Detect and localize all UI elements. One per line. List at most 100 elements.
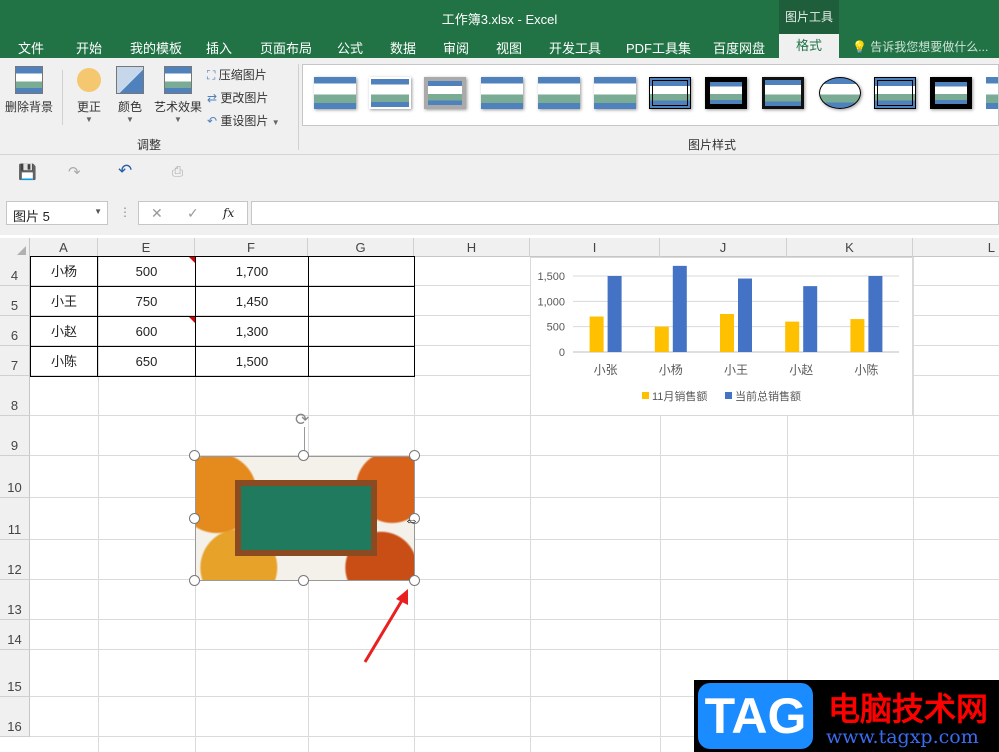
cell-f5[interactable]: 1,450 [195,286,309,317]
column-header-e[interactable]: E [98,238,195,257]
chart[interactable]: 0 500 1,000 1,500 小张 小杨 小王 小赵 小陈 11月销售额 … [530,257,913,416]
row-header-8[interactable]: 8 [0,376,30,416]
remove-background-button[interactable]: 删除背景 [5,66,53,115]
style-thumbnail[interactable] [762,77,804,109]
column-header-l[interactable]: L [913,238,999,257]
compress-pictures-button[interactable]: ⛶ 压缩图片 [207,66,267,83]
cell-e6[interactable]: 600 [97,316,196,347]
formula-input[interactable] [251,201,999,225]
redo-icon[interactable]: ↷ [68,163,81,181]
tab-baidu-netdisk[interactable]: 百度网盘 [713,38,765,57]
style-thumbnail[interactable] [369,77,411,109]
bar-november-2[interactable] [720,314,734,352]
column-header-j[interactable]: J [660,238,787,257]
column-header-f[interactable]: F [195,238,308,257]
row-header-4[interactable]: 4 [0,257,30,286]
resize-handle[interactable] [298,575,309,586]
row-header-12[interactable]: 12 [0,540,30,580]
row-header-16[interactable]: 16 [0,697,30,737]
corrections-button[interactable]: 更正 ▼ [74,66,104,124]
cell-a6[interactable]: 小赵 [30,316,98,347]
cell-e4[interactable]: 500 [97,256,196,287]
style-thumbnail[interactable] [481,77,523,109]
style-thumbnail[interactable] [986,77,998,109]
column-header-k[interactable]: K [787,238,913,257]
tab-review[interactable]: 审阅 [443,38,469,57]
column-header-g[interactable]: G [308,238,414,257]
tab-page-layout[interactable]: 页面布局 [260,38,312,57]
tab-home[interactable]: 开始 [76,38,102,57]
cell-a4[interactable]: 小杨 [30,256,98,287]
cell-e5[interactable]: 750 [97,286,196,317]
style-thumbnail[interactable] [538,77,580,109]
bar-november-3[interactable] [785,321,800,352]
resize-handle[interactable] [189,450,200,461]
style-thumbnail[interactable] [424,77,466,109]
style-thumbnail[interactable] [819,77,861,109]
cell-f6[interactable]: 1,300 [195,316,309,347]
column-header-h[interactable]: H [414,238,530,257]
row-header-5[interactable]: 5 [0,286,30,316]
style-thumbnail[interactable] [874,77,916,109]
tab-file[interactable]: 文件 [18,38,44,57]
row-header-13[interactable]: 13 [0,580,30,620]
resize-handle[interactable] [189,575,200,586]
bar-total-0[interactable] [607,276,622,352]
row-header-14[interactable]: 14 [0,620,30,650]
style-thumbnail[interactable] [594,77,636,109]
tab-formulas[interactable]: 公式 [337,38,363,57]
bar-november-1[interactable] [654,326,669,352]
bar-total-4[interactable] [868,276,883,352]
tab-pdf-tools[interactable]: PDF工具集 [626,38,691,57]
row-header-9[interactable]: 9 [0,416,30,456]
cell-g7[interactable] [308,346,415,377]
style-thumbnail[interactable] [705,77,747,109]
artistic-effects-button[interactable]: 艺术效果 ▼ [153,66,203,124]
resize-handle[interactable] [298,450,309,461]
save-icon[interactable]: 💾 [18,163,37,181]
row-header-15[interactable]: 15 [0,650,30,697]
tab-my-templates[interactable]: 我的模板 [130,38,182,57]
print-preview-icon[interactable]: ⎙ [172,163,183,180]
row-header-7[interactable]: 7 [0,346,30,376]
reset-picture-button[interactable]: ↶ 重设图片 ▼ [207,112,280,129]
cell-a5[interactable]: 小王 [30,286,98,317]
tab-view[interactable]: 视图 [496,38,522,57]
row-header-11[interactable]: 11 [0,498,30,540]
bar-november-4[interactable] [850,319,865,352]
cell-a7[interactable]: 小陈 [30,346,98,377]
row-header-6[interactable]: 6 [0,316,30,346]
color-button[interactable]: 颜色 ▼ [115,66,145,124]
tab-data[interactable]: 数据 [390,38,416,57]
bar-november-0[interactable] [589,316,604,352]
bar-total-1[interactable] [672,265,687,352]
name-box[interactable]: 图片 5 ▼ [6,201,108,225]
change-picture-button[interactable]: ⇄ 更改图片 [207,89,268,106]
cell-g4[interactable] [308,256,415,287]
style-thumbnail[interactable] [649,77,691,109]
cell-g5[interactable] [308,286,415,317]
cell-f7[interactable]: 1,500 [195,346,309,377]
cancel-icon[interactable]: ✕ [151,205,163,222]
row-header-10[interactable]: 10 [0,456,30,498]
tab-developer[interactable]: 开发工具 [549,38,601,57]
tell-me-search[interactable]: 💡 告诉我您想要做什么... [852,38,988,55]
undo-icon[interactable]: ↶ [118,161,132,181]
picture-styles-gallery[interactable] [302,64,999,126]
enter-icon[interactable]: ✓ [187,205,199,222]
insert-function-icon[interactable]: fx [223,206,234,220]
bar-total-2[interactable] [738,278,752,352]
resize-handle[interactable] [189,513,200,524]
chevron-down-icon[interactable]: ▼ [94,207,102,216]
select-all-button[interactable] [0,238,30,257]
tab-format[interactable]: 格式 [779,34,839,58]
column-header-i[interactable]: I [530,238,660,257]
resize-handle[interactable] [409,450,420,461]
cell-f4[interactable]: 1,700 [195,256,309,287]
style-thumbnail[interactable] [930,77,972,109]
cell-e7[interactable]: 650 [97,346,196,377]
chevron-down-icon[interactable]: ▼ [272,118,280,127]
column-header-a[interactable]: A [30,238,98,257]
bar-total-3[interactable] [803,286,818,352]
rotate-handle-icon[interactable]: ⟳ [295,410,309,430]
